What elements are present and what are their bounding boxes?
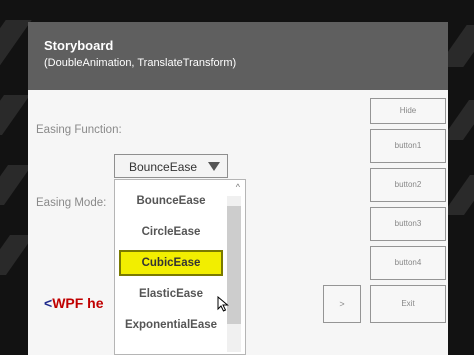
easing-function-dropdown-list[interactable]: ^ BounceEase CircleEase CubicEase Elasti… bbox=[114, 179, 246, 355]
exit-button[interactable]: Exit bbox=[370, 285, 446, 323]
scroll-up-icon[interactable]: ^ bbox=[236, 182, 240, 192]
overlay-lt-glyph: < bbox=[44, 295, 53, 311]
background-stripe bbox=[0, 95, 31, 135]
button3[interactable]: button3 bbox=[370, 207, 446, 241]
dropdown-item-exponentialease[interactable]: ExponentialEase bbox=[119, 312, 223, 338]
wpf-overlay-text: <WPF he bbox=[44, 295, 104, 311]
storyboard-window: Storyboard (DoubleAnimation, TranslateTr… bbox=[28, 22, 448, 355]
window-title: Storyboard bbox=[44, 38, 114, 53]
dropdown-item-elasticease[interactable]: ElasticEase bbox=[119, 281, 223, 307]
next-button[interactable]: > bbox=[323, 285, 361, 323]
dropdown-item-cubicease[interactable]: CubicEase bbox=[119, 250, 223, 276]
background-stripe bbox=[0, 20, 32, 65]
easing-function-label: Easing Function: bbox=[36, 124, 122, 136]
hide-button[interactable]: Hide bbox=[370, 98, 446, 124]
chevron-down-icon[interactable] bbox=[208, 162, 220, 171]
button1[interactable]: button1 bbox=[370, 129, 446, 163]
window-titlebar: Storyboard (DoubleAnimation, TranslateTr… bbox=[28, 22, 448, 90]
dropdown-scrollbar-thumb[interactable] bbox=[227, 206, 241, 324]
mouse-cursor-icon bbox=[217, 296, 229, 312]
combobox-selected-value: BounceEase bbox=[129, 160, 198, 174]
easing-mode-label: Easing Mode: bbox=[36, 197, 107, 209]
button2[interactable]: button2 bbox=[370, 168, 446, 202]
dropdown-item-circleease[interactable]: CircleEase bbox=[119, 219, 223, 245]
overlay-label: WPF he bbox=[52, 295, 104, 311]
button4[interactable]: button4 bbox=[370, 246, 446, 280]
dropdown-item-bounceease[interactable]: BounceEase bbox=[119, 188, 223, 214]
easing-function-combobox[interactable]: BounceEase bbox=[114, 154, 228, 178]
window-subtitle: (DoubleAnimation, TranslateTransform) bbox=[44, 57, 237, 69]
